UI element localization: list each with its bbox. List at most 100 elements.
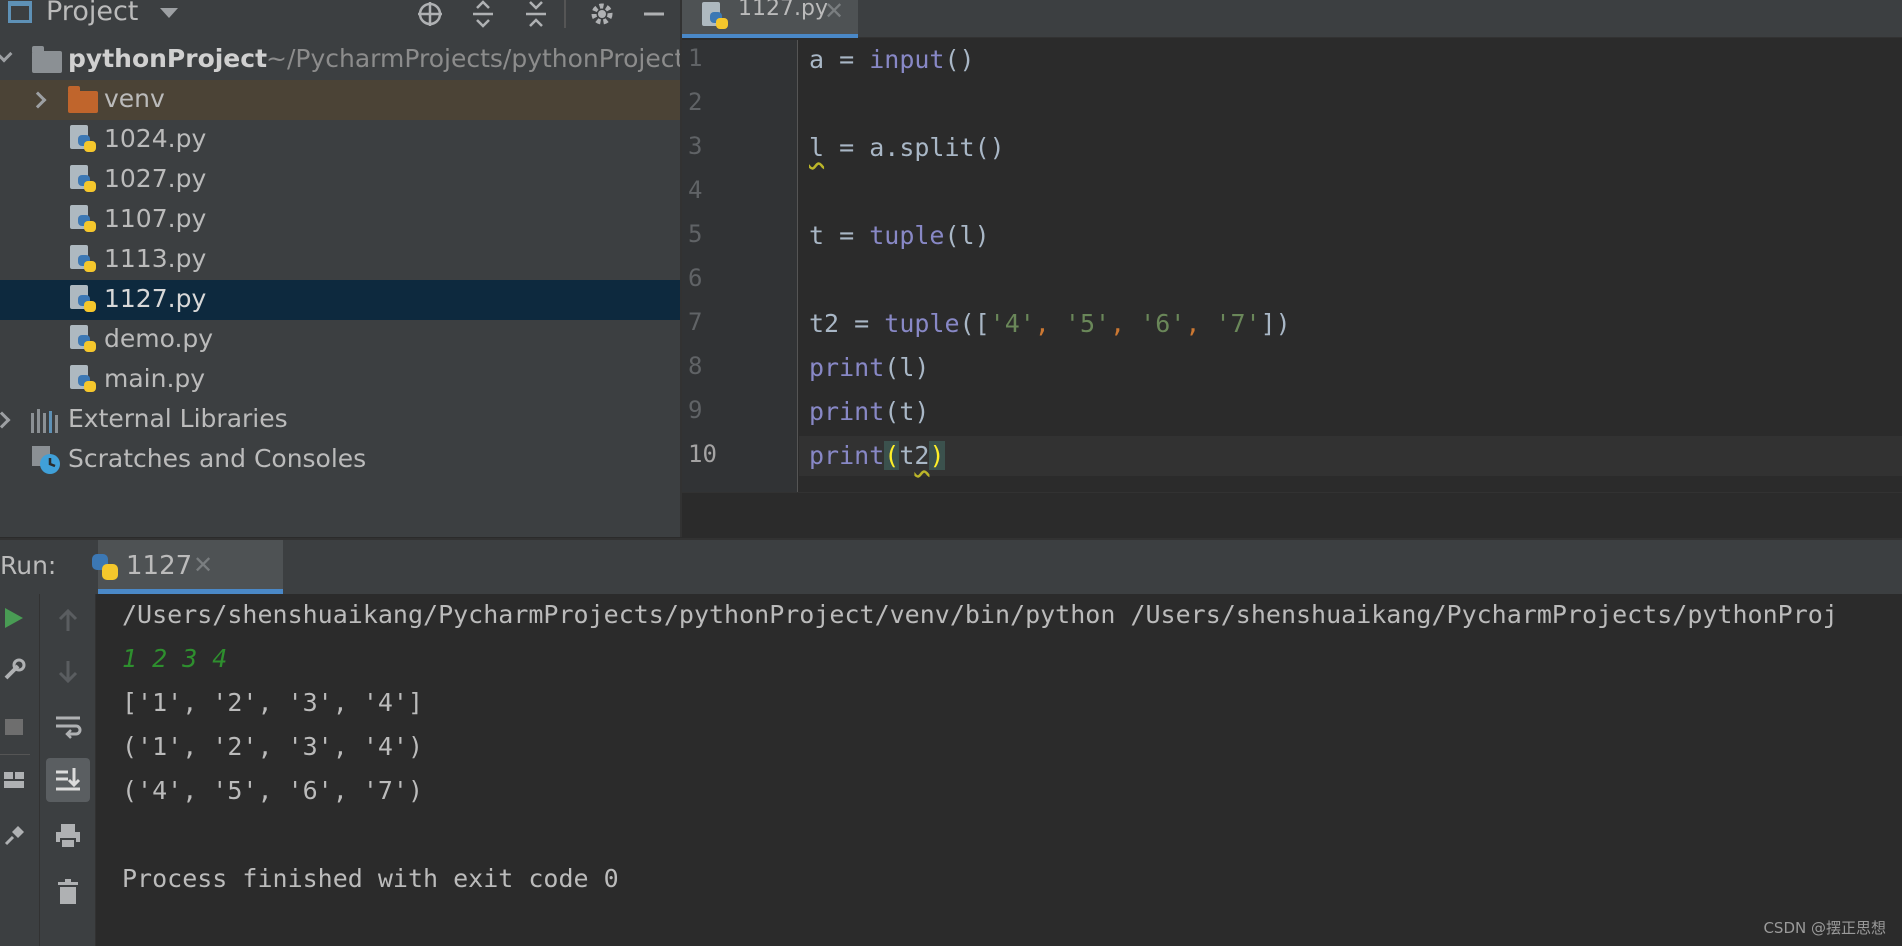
python-file-icon xyxy=(702,2,728,32)
tree-item-label: 1127.py xyxy=(104,284,207,313)
tree-item-main-py[interactable]: main.py xyxy=(0,360,680,400)
tree-item-1027-py[interactable]: 1027.py xyxy=(0,160,680,200)
soft-wrap-icon[interactable] xyxy=(50,708,86,744)
trash-icon[interactable] xyxy=(50,874,86,910)
scratches-icon xyxy=(30,444,62,482)
python-file-icon xyxy=(70,245,96,275)
tree-item-label: 1113.py xyxy=(104,244,207,273)
line-number: 9 xyxy=(688,396,703,424)
run-toolbar-primary xyxy=(0,594,40,946)
editor-tab-label: 1127.py xyxy=(738,0,828,21)
close-icon[interactable]: ✕ xyxy=(193,551,213,579)
scroll-to-end-icon[interactable] xyxy=(46,758,90,802)
line-number: 6 xyxy=(688,264,703,292)
tree-item-demo-py[interactable]: demo.py xyxy=(0,320,680,360)
code-editor: 1127.py ✕ 1 2 3 4 5 6 7 8 9 10 a = input… xyxy=(682,0,1902,537)
line-number: 4 xyxy=(688,176,703,204)
line-number: 2 xyxy=(688,88,703,116)
tree-root-pythonproject[interactable]: pythonProject ~/PycharmProjects/pythonPr… xyxy=(0,40,684,80)
run-toolbar-secondary xyxy=(40,594,96,946)
python-file-icon xyxy=(70,325,96,355)
chevron-down-icon[interactable] xyxy=(160,8,178,18)
project-panel-header: Project xyxy=(0,0,680,30)
project-root-name: pythonProject xyxy=(68,44,268,73)
code-text-area[interactable]: a = input() l = a.split() t = tuple(l) t… xyxy=(799,40,1902,492)
python-file-icon xyxy=(70,165,96,195)
run-label: Run: xyxy=(0,551,57,580)
tree-item-1107-py[interactable]: 1107.py xyxy=(0,200,680,240)
code-line-2[interactable] xyxy=(799,84,1902,124)
line-number-current: 10 xyxy=(688,440,717,468)
console-output[interactable]: /Users/shenshuaikang/PycharmProjects/pyt… xyxy=(97,594,1902,946)
collapse-all-icon[interactable] xyxy=(520,0,552,28)
line-number: 5 xyxy=(688,220,703,248)
line-number: 3 xyxy=(688,132,703,160)
project-root-path: ~/PycharmProjects/pythonProject xyxy=(266,44,685,73)
editor-tab-bar: 1127.py ✕ xyxy=(682,0,1902,38)
line-number-gutter: 1 2 3 4 5 6 7 8 9 10 xyxy=(682,40,798,492)
library-icon xyxy=(30,409,60,439)
tree-item-external-libraries[interactable]: External Libraries xyxy=(0,400,680,440)
code-line-8[interactable]: print(l) xyxy=(799,348,1902,388)
tree-item-label: 1027.py xyxy=(104,164,207,193)
tree-item-scratches[interactable]: Scratches and Consoles xyxy=(0,440,680,480)
tree-item-label: main.py xyxy=(104,364,206,393)
line-number: 8 xyxy=(688,352,703,380)
folder-icon xyxy=(32,46,62,73)
hide-panel-icon[interactable] xyxy=(638,0,670,28)
toolbar-divider xyxy=(0,754,30,755)
arrow-up-icon[interactable] xyxy=(50,602,86,638)
tree-item-label: 1024.py xyxy=(104,124,207,153)
run-tab-1127[interactable]: 1127 ✕ xyxy=(92,540,283,594)
code-line-3[interactable]: l = a.split() xyxy=(799,128,1902,168)
locate-file-icon[interactable] xyxy=(414,0,446,28)
watermark: CSDN @摆正思想 xyxy=(1763,919,1886,937)
console-output-line: ('4', '5', '6', '7') xyxy=(122,776,424,805)
tree-item-label: demo.py xyxy=(104,324,214,353)
code-line-7[interactable]: t2 = tuple(['4', '5', '6', '7']) xyxy=(799,304,1902,344)
code-line-10[interactable]: print(t2) xyxy=(799,436,1902,476)
code-line-5[interactable]: t = tuple(l) xyxy=(799,216,1902,256)
wrench-icon[interactable] xyxy=(0,656,28,684)
folder-icon xyxy=(68,86,98,113)
project-tool-window: Project pythonProject ~/PycharmProjects/… xyxy=(0,0,684,537)
console-output-line: ('1', '2', '3', '4') xyxy=(122,732,424,761)
stop-icon[interactable] xyxy=(0,712,28,740)
project-window-icon xyxy=(8,1,32,23)
python-file-icon xyxy=(70,365,96,395)
chevron-down-icon[interactable] xyxy=(0,45,13,63)
tree-item-1024-py[interactable]: 1024.py xyxy=(0,120,680,160)
print-icon[interactable] xyxy=(50,818,86,854)
python-file-icon xyxy=(70,205,96,235)
code-line-4[interactable] xyxy=(799,172,1902,212)
chevron-right-icon[interactable] xyxy=(0,411,11,429)
python-icon xyxy=(90,552,120,586)
chevron-right-icon[interactable] xyxy=(29,91,47,109)
arrow-down-icon[interactable] xyxy=(50,654,86,690)
python-file-icon xyxy=(70,285,96,315)
toolbar-divider xyxy=(564,0,566,28)
console-user-input: 1 2 3 4 xyxy=(122,644,228,673)
code-line-6[interactable] xyxy=(799,260,1902,300)
python-file-icon xyxy=(70,125,96,155)
editor-tab-1127-py[interactable]: 1127.py ✕ xyxy=(682,0,858,38)
tree-item-1127-py[interactable]: 1127.py xyxy=(0,280,680,320)
tree-item-1113-py[interactable]: 1113.py xyxy=(0,240,680,280)
close-icon[interactable]: ✕ xyxy=(824,0,844,25)
console-output-line: ['1', '2', '3', '4'] xyxy=(122,688,424,717)
gear-icon[interactable] xyxy=(586,0,618,28)
rerun-icon[interactable] xyxy=(0,604,28,632)
tree-item-label: External Libraries xyxy=(68,404,288,433)
tree-item-label: 1107.py xyxy=(104,204,207,233)
tree-item-venv[interactable]: venv xyxy=(0,80,680,120)
project-panel-title[interactable]: Project xyxy=(46,0,138,27)
expand-all-icon[interactable] xyxy=(467,0,499,28)
code-line-9[interactable]: print(t) xyxy=(799,392,1902,432)
code-line-1[interactable]: a = input() xyxy=(799,40,1902,80)
run-tab-label: 1127 xyxy=(126,551,193,581)
tree-item-label: venv xyxy=(104,84,165,113)
layout-icon[interactable] xyxy=(0,766,28,794)
editor-empty-area xyxy=(682,492,1902,537)
pin-icon[interactable] xyxy=(0,822,28,850)
run-tool-window: Run: 1127 ✕ /Users/shenshuaikang/Pycharm… xyxy=(0,538,1902,946)
